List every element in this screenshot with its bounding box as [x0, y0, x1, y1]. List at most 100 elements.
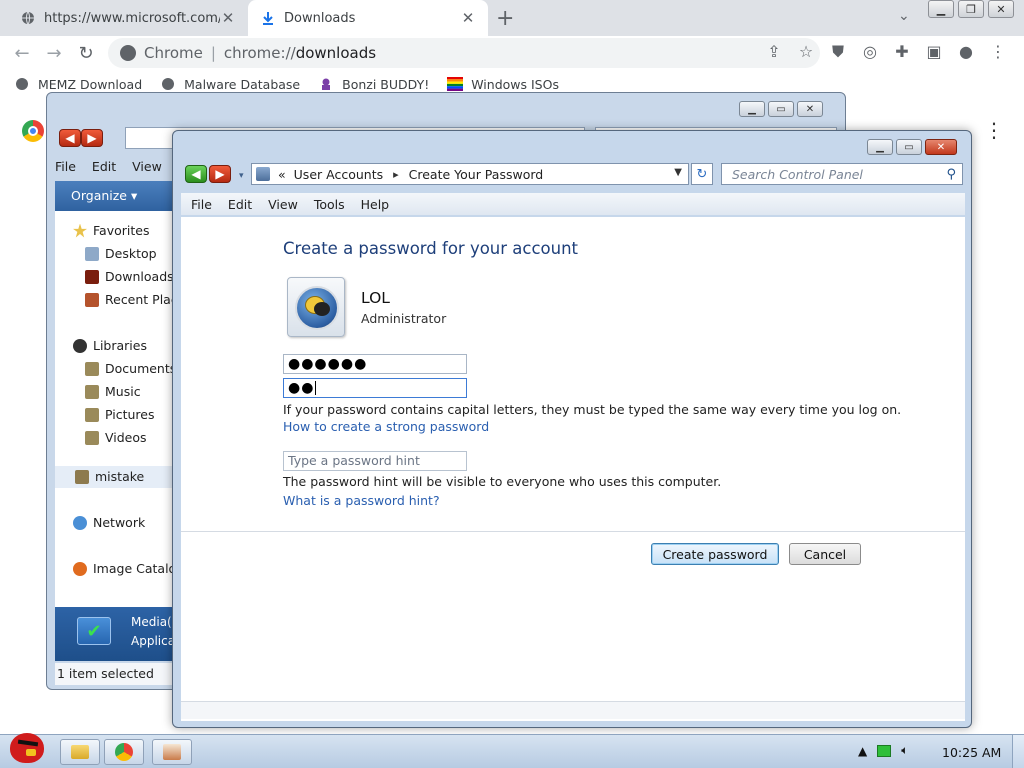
forward-button[interactable]: →: [38, 43, 70, 64]
extension-flag-icon[interactable]: ◎: [854, 42, 886, 62]
nav-recent-places[interactable]: Recent Plac: [85, 292, 178, 307]
pictures-icon: [85, 407, 99, 422]
taskbar-clock[interactable]: 10:25 AM: [942, 745, 1001, 760]
taskbar-control-panel-button[interactable]: [152, 739, 192, 765]
confirm-password-field[interactable]: ●●: [283, 378, 467, 398]
cancel-button[interactable]: Cancel: [789, 543, 861, 565]
downloads-folder-icon: [85, 269, 99, 284]
chrome-site-icon: [120, 45, 136, 61]
taskbar-explorer-button[interactable]: [60, 739, 100, 765]
network-status-icon[interactable]: [877, 744, 892, 757]
menu-view[interactable]: View: [268, 197, 298, 212]
folder-icon: [71, 745, 89, 759]
minimize-button[interactable]: ▁: [928, 0, 954, 18]
cp-address-bar[interactable]: « User Accounts ▸ Create Your Password ▼: [251, 163, 689, 185]
password-hint-help-link[interactable]: What is a password hint?: [283, 493, 440, 508]
nav-libraries[interactable]: Libraries: [73, 338, 147, 353]
ublock-shield-icon[interactable]: ⛊: [822, 42, 854, 62]
close-window-button[interactable]: ✕: [925, 139, 957, 155]
maximize-button[interactable]: ▭: [896, 139, 922, 155]
password-hint-input[interactable]: Type a password hint: [283, 451, 467, 471]
nav-homegroup[interactable]: mistake: [75, 469, 144, 484]
strong-password-link[interactable]: How to create a strong password: [283, 419, 489, 434]
extensions-puzzle-icon[interactable]: ✚: [886, 42, 918, 62]
tab-downloads[interactable]: Downloads ✕: [248, 0, 488, 36]
menu-edit[interactable]: Edit: [92, 159, 116, 174]
restore-button[interactable]: ❐: [958, 0, 984, 18]
side-panel-icon[interactable]: ▣: [918, 42, 950, 62]
system-tray: ▲ 🔈︎: [858, 743, 918, 758]
bookmark-bonzi-buddy[interactable]: Bonzi BUDDY!: [318, 76, 429, 92]
organize-button[interactable]: Organize ▾: [71, 188, 137, 203]
page-menu-kebab-icon[interactable]: ⋮: [984, 118, 1004, 142]
show-desktop-button[interactable]: [1012, 735, 1024, 768]
menu-tools[interactable]: Tools: [314, 197, 345, 212]
tab-microsoft[interactable]: https://www.microsoft.com/er ✕: [8, 0, 248, 36]
close-tab-icon[interactable]: ✕: [220, 9, 236, 27]
close-window-button[interactable]: ✕: [797, 101, 823, 117]
search-icon[interactable]: ⚲: [946, 167, 956, 182]
back-button[interactable]: ←: [6, 43, 38, 64]
nav-music[interactable]: Music: [85, 384, 141, 399]
menu-kebab-icon[interactable]: ⋮: [982, 42, 1014, 62]
nav-documents[interactable]: Documents: [85, 361, 176, 376]
network-icon: [73, 515, 87, 530]
refresh-button[interactable]: ↻: [691, 163, 713, 185]
recent-pages-chevron-icon[interactable]: ▾: [239, 171, 244, 181]
breadcrumb-overflow[interactable]: «: [278, 167, 286, 182]
nav-image-catalog[interactable]: Image Catalo: [73, 561, 176, 576]
menu-edit[interactable]: Edit: [228, 197, 252, 212]
explorer-menubar: File Edit View: [55, 159, 162, 174]
bookmark-memz[interactable]: MEMZ Download: [14, 76, 142, 92]
show-hidden-icons-icon[interactable]: ▲: [858, 744, 867, 758]
nav-network[interactable]: Network: [73, 515, 145, 530]
nav-pictures[interactable]: Pictures: [85, 407, 155, 422]
profile-avatar-icon[interactable]: ●: [950, 42, 982, 62]
address-host: chrome://: [223, 44, 296, 62]
close-window-button[interactable]: ✕: [988, 0, 1014, 18]
chrome-icon: [115, 743, 133, 761]
close-tab-icon[interactable]: ✕: [460, 9, 476, 27]
maximize-button[interactable]: ▭: [768, 101, 794, 117]
new-tab-button[interactable]: +: [496, 6, 514, 31]
create-password-button[interactable]: Create password: [651, 543, 779, 565]
bookmark-star-icon[interactable]: ☆: [790, 42, 822, 62]
minimize-button[interactable]: ▁: [867, 139, 893, 155]
globe-icon: [20, 10, 36, 26]
start-button[interactable]: [4, 729, 48, 768]
new-password-field[interactable]: ●●●●●●: [283, 354, 467, 374]
reload-button[interactable]: ↻: [70, 43, 102, 64]
menu-help[interactable]: Help: [361, 197, 390, 212]
nav-label: Favorites: [93, 223, 150, 238]
account-name: LOL: [361, 289, 390, 307]
nav-desktop[interactable]: Desktop: [85, 246, 157, 261]
nav-downloads[interactable]: Downloads: [85, 269, 174, 284]
search-placeholder: Search Control Panel: [732, 166, 863, 182]
bookmark-malware-database[interactable]: Malware Database: [160, 76, 300, 92]
tab-search-chevron-icon[interactable]: ⌄: [898, 8, 910, 24]
share-icon[interactable]: ⇪: [758, 42, 790, 62]
breadcrumb-separator-icon[interactable]: ▸: [393, 168, 399, 181]
taskbar-chrome-button[interactable]: [104, 739, 144, 765]
nav-favorites[interactable]: Favorites: [73, 223, 149, 238]
back-arrow-icon[interactable]: ◀: [59, 129, 81, 147]
menu-file[interactable]: File: [191, 197, 212, 212]
breadcrumb-current[interactable]: Create Your Password: [409, 167, 544, 182]
forward-arrow-icon[interactable]: ▶: [81, 129, 103, 147]
minimize-button[interactable]: ▁: [739, 101, 765, 117]
volume-icon[interactable]: 🔈︎: [901, 743, 908, 758]
breadcrumb-user-accounts[interactable]: User Accounts: [294, 167, 383, 182]
search-control-panel-input[interactable]: Search Control Panel ⚲: [721, 163, 963, 185]
back-arrow-icon[interactable]: ◀: [185, 165, 207, 183]
bookmark-windows-isos[interactable]: Windows ISOs: [447, 76, 559, 92]
forward-arrow-icon[interactable]: ▶: [209, 165, 231, 183]
address-dropdown-icon[interactable]: ▼: [674, 167, 682, 178]
desktop-icon: [85, 246, 99, 261]
address-bar[interactable]: Chrome | chrome://downloads: [108, 38, 820, 68]
nav-videos[interactable]: Videos: [85, 430, 147, 445]
menu-view[interactable]: View: [132, 159, 162, 174]
menu-file[interactable]: File: [55, 159, 76, 174]
explorer-nav-arrows: ◀ ▶: [59, 129, 103, 147]
angry-bird-start-icon: [10, 733, 44, 763]
nav-label: Documents: [105, 361, 177, 376]
